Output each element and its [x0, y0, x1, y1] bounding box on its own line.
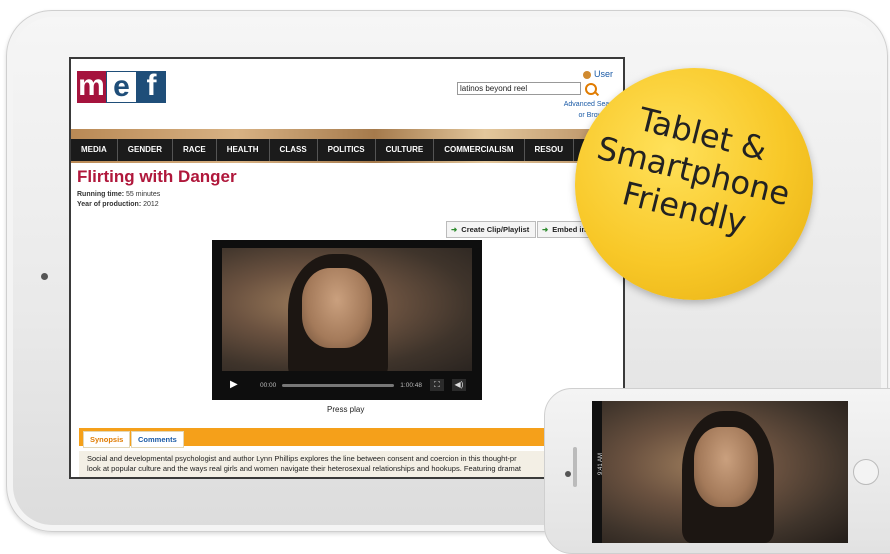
tab-comments[interactable]: Comments: [131, 431, 184, 448]
press-play-caption: Press play: [327, 405, 365, 414]
year-label: Year of production:: [77, 201, 142, 208]
video-player[interactable]: ▶ 00:00 1:00:48 ⛶ ◀): [212, 240, 482, 400]
page-title: Flirting with Danger: [77, 167, 237, 186]
synopsis-line-2: look at popular culture and the ways rea…: [87, 464, 522, 473]
video-frame[interactable]: [222, 248, 472, 371]
mef-logo[interactable]: m e f: [77, 71, 166, 103]
nav-item-culture[interactable]: CULTURE: [376, 139, 435, 161]
main-nav: MEDIA GENDER RACE HEALTH CLASS POLITICS …: [71, 139, 623, 161]
running-time-value: 55 minutes: [126, 191, 161, 198]
nav-item-gender[interactable]: GENDER: [118, 139, 174, 161]
nav-item-commercialism[interactable]: COMMERCIALISM: [434, 139, 525, 161]
smartphone-device: 9:41 AM: [544, 388, 890, 554]
user-label: User: [594, 69, 614, 79]
year-value: 2012: [143, 201, 159, 208]
tab-bar: Synopsis Comments: [79, 428, 623, 448]
fullscreen-icon[interactable]: ⛶: [429, 379, 444, 391]
film-meta: Running time: 55 minutes Year of product…: [77, 190, 160, 210]
logo-letter-f: f: [137, 71, 166, 103]
tab-synopsis[interactable]: Synopsis: [83, 431, 131, 448]
create-clip-button[interactable]: ➜ Create Clip/Playlist: [446, 221, 537, 238]
embed-label: Embed in: [552, 225, 587, 234]
current-time: 00:00: [260, 381, 277, 389]
nav-item-health[interactable]: HEALTH: [217, 139, 270, 161]
logo-letter-e: e: [106, 71, 137, 103]
nav-item-class[interactable]: CLASS: [270, 139, 318, 161]
search-input[interactable]: latinos beyond reel: [457, 82, 581, 95]
phone-home-button[interactable]: [853, 459, 879, 485]
phone-camera: [565, 471, 571, 477]
logo-letter-m: m: [77, 69, 106, 103]
create-clip-label: Create Clip/Playlist: [461, 225, 530, 234]
nav-item-politics[interactable]: POLITICS: [318, 139, 376, 161]
synopsis-text: Social and developmental psychologist an…: [79, 451, 623, 477]
phone-subject-face: [694, 427, 758, 507]
phone-screen: 9:41 AM: [592, 401, 848, 543]
nav-item-resources[interactable]: RESOU: [525, 139, 574, 161]
volume-icon[interactable]: ◀): [451, 379, 466, 391]
arrow-right-icon: ➜: [542, 225, 549, 234]
video-controls: ▶ 00:00 1:00:48 ⛶ ◀): [222, 374, 472, 396]
user-icon: [583, 70, 591, 79]
nav-item-media[interactable]: MEDIA: [71, 139, 118, 161]
user-link[interactable]: User: [583, 69, 613, 79]
phone-video-frame[interactable]: [602, 401, 848, 543]
tablet-camera: [41, 273, 48, 280]
arrow-right-icon: ➜: [451, 225, 458, 234]
nav-item-race[interactable]: RACE: [173, 139, 217, 161]
play-icon[interactable]: ▶: [230, 378, 244, 392]
promo-badge-text: Tablet & Smartphone Friendly: [564, 87, 823, 255]
seek-bar[interactable]: [282, 383, 395, 387]
video-subject-face: [302, 268, 372, 348]
synopsis-line-1: Social and developmental psychologist an…: [87, 454, 517, 463]
phone-speaker: [573, 447, 577, 487]
duration: 1:00:48: [400, 381, 422, 389]
tablet-screen: m e f User latinos beyond reel Advanced …: [69, 57, 625, 479]
running-time-label: Running time:: [77, 191, 125, 198]
